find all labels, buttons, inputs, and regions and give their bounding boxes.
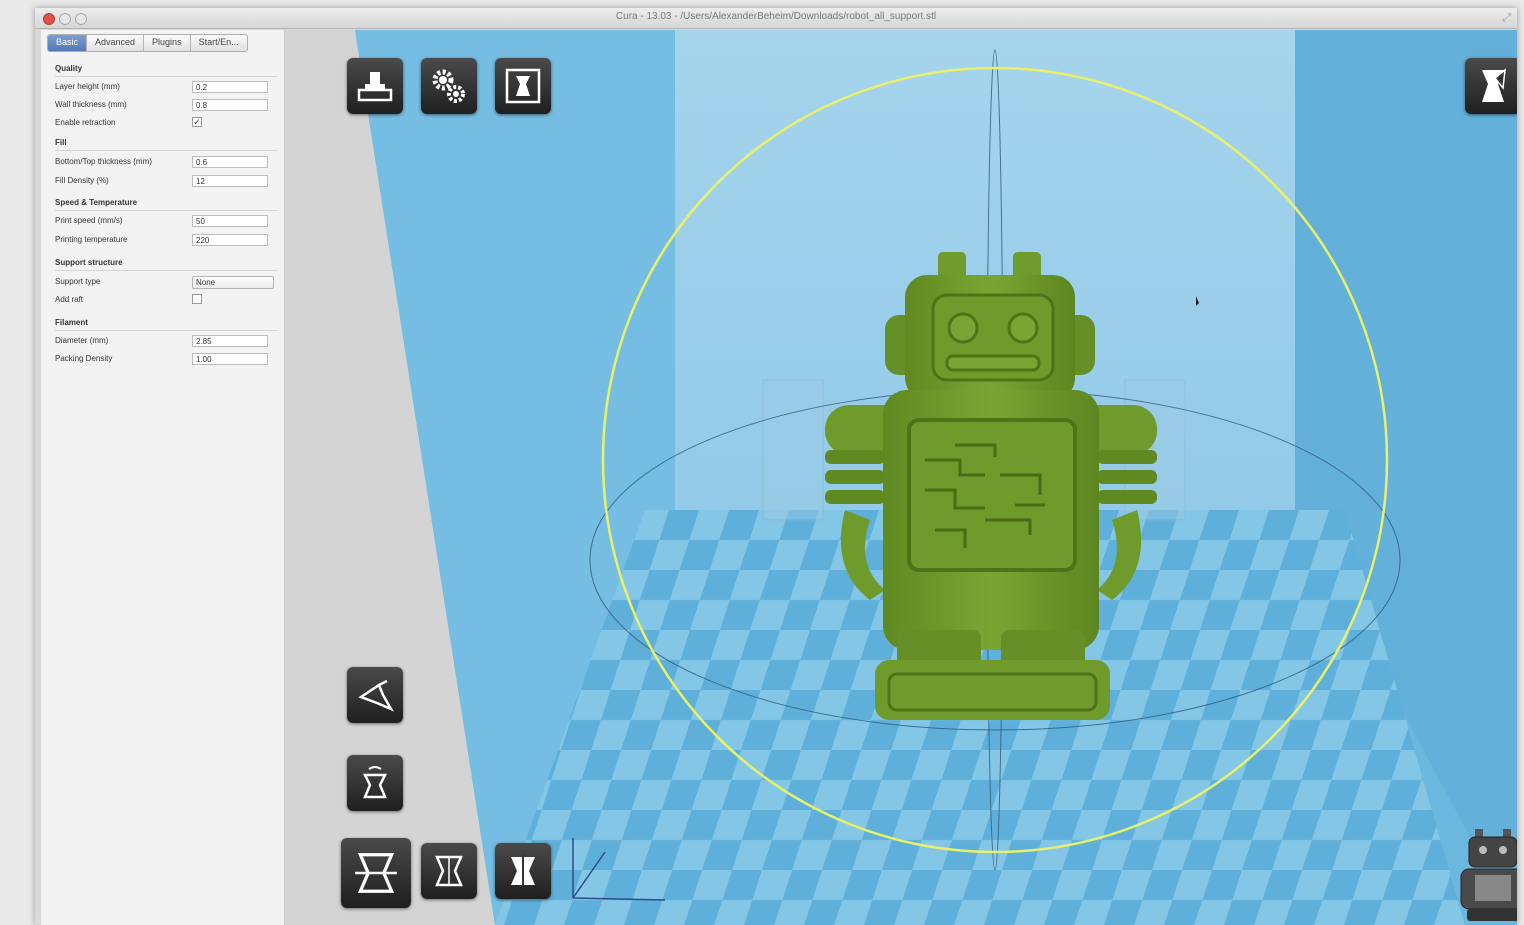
gear-icon xyxy=(432,69,465,103)
view-mode-button[interactable] xyxy=(1465,58,1517,114)
tab-plugins[interactable]: Plugins xyxy=(144,35,191,51)
mirror-z-icon xyxy=(511,855,535,887)
rotate-tool-button[interactable] xyxy=(347,667,403,723)
wall-thickness-label: Wall thickness (mm) xyxy=(55,100,127,109)
divider xyxy=(55,330,277,331)
diameter-field[interactable] xyxy=(192,335,268,347)
mirror-z-tool-button[interactable] xyxy=(495,843,551,899)
support-type-label: Support type xyxy=(55,277,101,286)
printing-temperature-field[interactable] xyxy=(192,234,268,246)
support-type-value: None xyxy=(196,278,216,287)
enable-retraction-checkbox[interactable]: ✓ xyxy=(192,117,202,127)
fullscreen-icon[interactable]: ⤢ xyxy=(1502,12,1511,25)
packing-density-label: Packing Density xyxy=(55,354,113,363)
print-button[interactable] xyxy=(495,58,551,114)
tab-advanced[interactable]: Advanced xyxy=(87,35,145,51)
mirror-y-tool-button[interactable] xyxy=(421,843,477,899)
support-type-select[interactable]: None xyxy=(192,276,274,289)
diameter-label: Diameter (mm) xyxy=(55,336,109,345)
wall-thickness-field[interactable] xyxy=(192,99,268,111)
enable-retraction-label: Enable retraction xyxy=(55,118,116,127)
cura-window: Cura - 13.03 - /Users/AlexanderBeheim/Do… xyxy=(35,8,1517,925)
3d-viewport[interactable] xyxy=(285,30,1517,925)
print-speed-label: Print speed (mm/s) xyxy=(55,216,123,225)
printing-temperature-label: Printing temperature xyxy=(55,235,128,244)
section-support: Support structure xyxy=(55,258,123,267)
packing-density-field[interactable] xyxy=(192,353,268,365)
bottom-top-thickness-field[interactable] xyxy=(192,156,268,168)
scale-tool-button[interactable] xyxy=(347,755,403,811)
settings-tabs: Basic Advanced Plugins Start/En... xyxy=(47,34,248,52)
view-mode-icon xyxy=(1482,68,1506,102)
rotate-icon xyxy=(358,679,394,712)
tab-basic[interactable]: Basic xyxy=(48,35,88,51)
robot-thumbnail-icon xyxy=(1460,829,1517,921)
print-settings-button[interactable] xyxy=(421,58,477,114)
divider xyxy=(55,210,277,211)
layer-height-label: Layer height (mm) xyxy=(55,82,120,91)
scale-icon xyxy=(362,766,388,799)
mirror-x-tool-button[interactable] xyxy=(341,838,411,908)
mirror-y-icon xyxy=(435,855,463,887)
print-speed-field[interactable] xyxy=(192,215,268,227)
divider xyxy=(55,150,277,151)
section-filament: Filament xyxy=(55,318,88,327)
layer-height-field[interactable] xyxy=(192,81,268,93)
tab-start-end[interactable]: Start/En... xyxy=(191,35,247,51)
title-bar: Cura - 13.03 - /Users/AlexanderBeheim/Do… xyxy=(35,8,1517,29)
add-raft-label: Add raft xyxy=(55,295,84,304)
section-quality: Quality xyxy=(55,64,83,73)
settings-panel: Basic Advanced Plugins Start/En... Quali… xyxy=(41,30,285,925)
fill-density-label: Fill Density (%) xyxy=(55,176,109,185)
divider xyxy=(55,76,277,77)
bottom-top-thickness-label: Bottom/Top thickness (mm) xyxy=(55,157,152,166)
section-speed-temperature: Speed & Temperature xyxy=(55,198,138,207)
mirror-x-icon xyxy=(355,853,397,893)
print-icon xyxy=(505,68,541,104)
scene-canvas xyxy=(285,30,1517,925)
fill-density-field[interactable] xyxy=(192,175,268,187)
ghost-part xyxy=(762,379,824,521)
load-icon xyxy=(357,72,393,102)
divider xyxy=(55,270,277,271)
add-raft-checkbox[interactable] xyxy=(192,294,202,304)
load-model-button[interactable] xyxy=(347,58,403,114)
window-title: Cura - 13.03 - /Users/AlexanderBeheim/Do… xyxy=(615,11,937,22)
section-fill: Fill xyxy=(55,138,67,147)
